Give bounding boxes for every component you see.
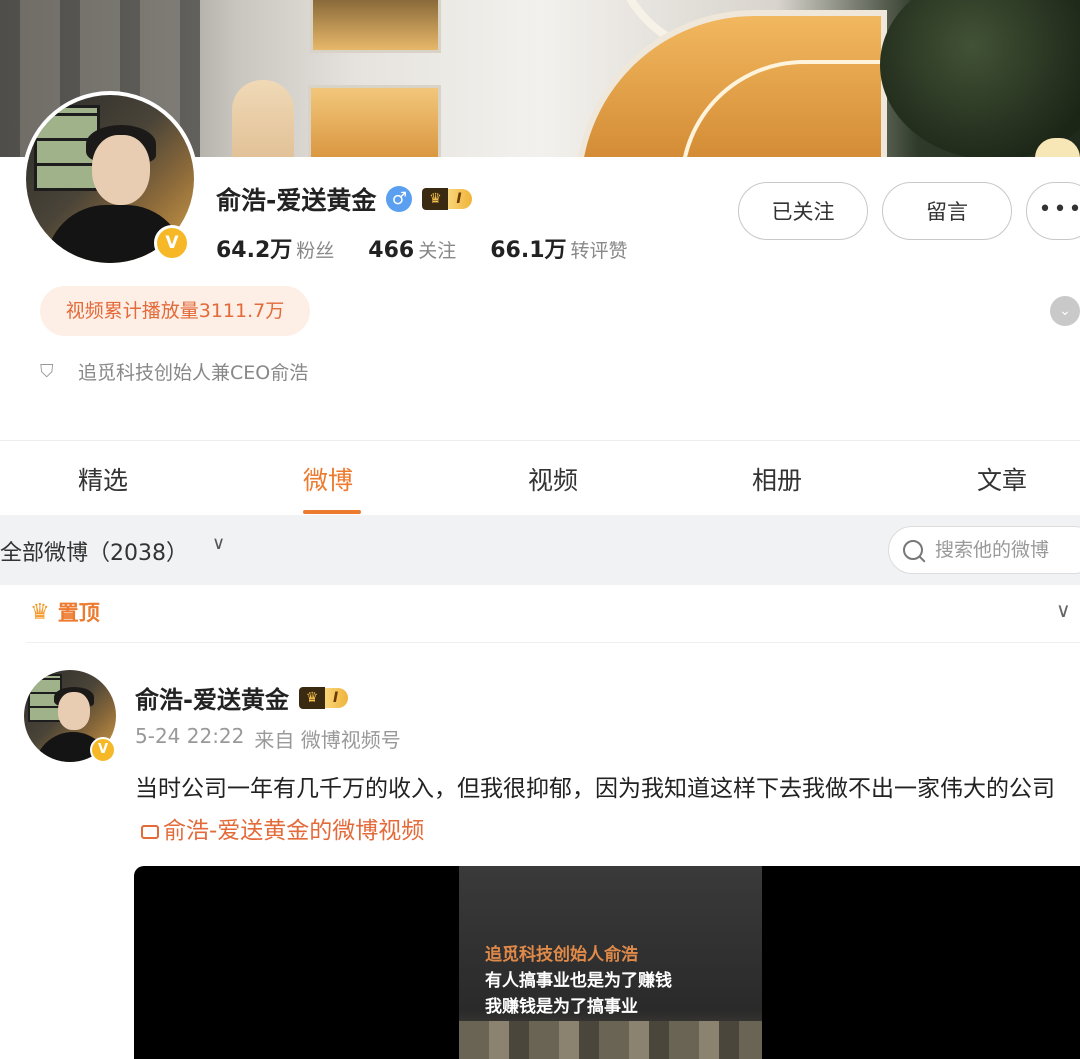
shield-icon: ⛉: [40, 360, 54, 382]
stat-fans-label: 粉丝: [296, 240, 335, 262]
crown-icon: ♛: [30, 599, 50, 625]
crown-icon: ♛: [298, 686, 325, 709]
filter-bar: 全部微博（2038） ∨: [0, 515, 1080, 585]
chevron-down-icon[interactable]: ∨: [1056, 598, 1071, 622]
tab-albums[interactable]: 相册: [752, 461, 802, 497]
video-player[interactable]: 追觅科技创始人俞浩 有人搞事业也是为了赚钱 我赚钱是为了搞事业: [134, 866, 1080, 1059]
search-icon: [903, 540, 923, 560]
post-video-link[interactable]: 俞浩-爱送黄金的微博视频: [135, 818, 424, 844]
tab-videos[interactable]: 视频: [528, 461, 578, 497]
post-meta: 5-24 22:22 来自 微博视频号: [135, 724, 401, 753]
video-caption: 我赚钱是为了搞事业: [485, 997, 638, 1017]
banner-window-lit: [308, 85, 441, 157]
search-input[interactable]: [933, 538, 1080, 562]
tab-weibo[interactable]: 微博: [303, 461, 353, 497]
stat-following[interactable]: 466 关注: [368, 236, 456, 263]
following-button[interactable]: 已关注: [738, 182, 868, 240]
vip-badge[interactable]: ♛ I: [298, 686, 349, 709]
certification-row: ⛉ 追觅科技创始人兼CEO俞浩: [40, 358, 308, 385]
video-caption: 追觅科技创始人俞浩: [485, 945, 638, 965]
certification-text: 追觅科技创始人兼CEO俞浩: [78, 362, 309, 384]
stat-interactions-label: 转评赞: [570, 240, 628, 262]
verified-badge-icon: V: [90, 737, 116, 763]
verified-badge-icon: V: [154, 225, 190, 261]
active-tab-indicator: [303, 510, 361, 514]
profile-name: 俞浩-爱送黄金: [216, 186, 377, 215]
vip-level: I: [324, 687, 349, 708]
pinned-label: 置顶: [57, 601, 100, 625]
video-play-count-pill[interactable]: 视频累计播放量3111.7万: [40, 286, 310, 336]
message-button[interactable]: 留言: [882, 182, 1012, 240]
video-caption: 有人搞事业也是为了赚钱: [485, 971, 672, 991]
banner-arch-window: [232, 80, 294, 157]
post-author-name[interactable]: 俞浩-爱送黄金: [135, 680, 289, 715]
crown-icon: ♛: [422, 188, 449, 210]
post-video-link-text: 俞浩-爱送黄金的微博视频: [163, 818, 425, 844]
profile-name-row: 俞浩-爱送黄金 ♂ ♛ I: [216, 181, 472, 217]
video-scene: [459, 1021, 762, 1059]
tab-featured[interactable]: 精选: [78, 461, 128, 497]
profile-tabs: 精选 微博 视频 相册 文章: [0, 441, 1080, 515]
stat-fans-count: 64.2万: [216, 238, 293, 263]
video-icon: [141, 825, 159, 839]
expand-profile-chevron-icon[interactable]: ⌄: [1050, 296, 1080, 326]
post-body: 当时公司一年有几千万的收入，但我很抑郁，因为我知道这样下去我做不出一家伟大的公司…: [135, 768, 1080, 852]
video-frame: 追觅科技创始人俞浩 有人搞事业也是为了赚钱 我赚钱是为了搞事业: [459, 866, 762, 1059]
gender-male-icon: ♂: [386, 186, 413, 212]
chevron-down-icon[interactable]: ∨: [212, 533, 225, 554]
stat-interactions-count: 66.1万: [490, 238, 567, 263]
stat-following-label: 关注: [418, 240, 457, 262]
tab-articles[interactable]: 文章: [977, 461, 1027, 497]
all-posts-filter[interactable]: 全部微博（2038）: [0, 535, 188, 567]
profile-stats: 64.2万 粉丝 466 关注 66.1万 转评赞: [216, 232, 628, 264]
stat-fans[interactable]: 64.2万 粉丝: [216, 232, 334, 264]
stat-interactions[interactable]: 66.1万 转评赞: [490, 232, 627, 264]
post-text: 当时公司一年有几千万的收入，但我很抑郁，因为我知道这样下去我做不出一家伟大的公司: [135, 776, 1055, 802]
more-options-button[interactable]: •••: [1026, 182, 1080, 240]
pinned-header: ♛ 置顶: [30, 597, 100, 627]
divider: [26, 642, 1080, 643]
post-time[interactable]: 5-24 22:22: [135, 724, 244, 753]
post-header: 俞浩-爱送黄金 ♛ I: [135, 680, 349, 715]
banner-window-top: [310, 0, 441, 53]
post-source: 来自 微博视频号: [254, 728, 401, 752]
stat-following-count: 466: [368, 238, 415, 263]
vip-badge[interactable]: ♛ I: [422, 188, 472, 210]
vip-level: I: [448, 189, 472, 209]
search-box[interactable]: [888, 526, 1080, 574]
